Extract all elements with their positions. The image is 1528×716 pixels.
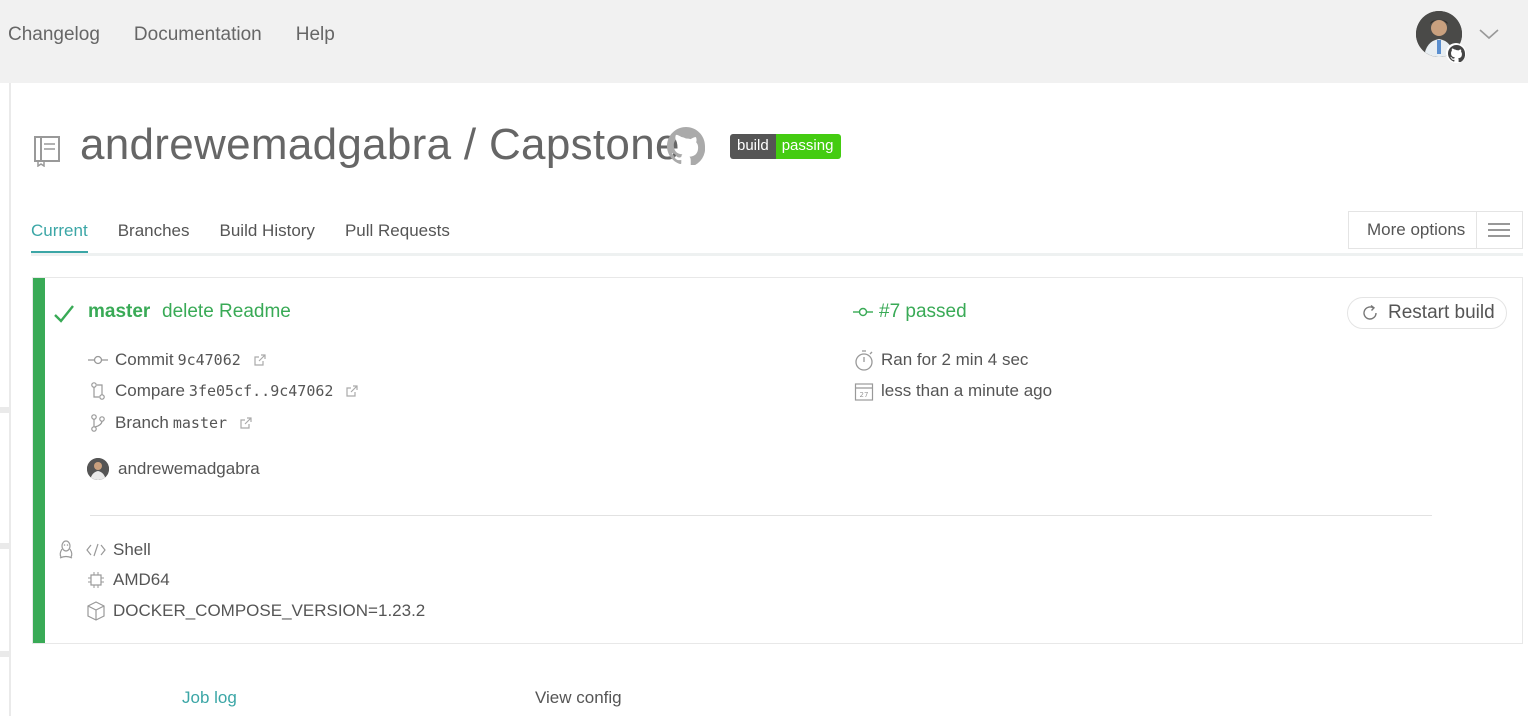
package-icon [85, 600, 107, 622]
tab-current[interactable]: Current [31, 221, 88, 253]
compare-icon [87, 380, 109, 402]
env-row: DOCKER_COMPOSE_VERSION=1.23.2 [85, 600, 425, 622]
branch-row: Branch master [87, 412, 252, 434]
nav-changelog-link[interactable]: Changelog [8, 24, 100, 46]
code-icon [85, 539, 107, 561]
finished-row: 27 less than a minute ago [853, 380, 1052, 402]
check-icon [53, 304, 75, 329]
more-options-button[interactable]: More options [1348, 211, 1523, 249]
external-link-icon[interactable] [253, 353, 266, 367]
branch-label: Branch [115, 413, 169, 432]
duration-row: Ran for 2 min 4 sec [853, 349, 1028, 371]
commit-message-link[interactable]: delete Readme [162, 301, 291, 323]
tab-build-history[interactable]: Build History [220, 221, 315, 253]
arch-row: AMD64 [85, 569, 170, 591]
top-bar: Changelog Documentation Help [0, 0, 1528, 83]
user-avatar-button[interactable] [1416, 11, 1466, 63]
build-status-badge[interactable]: build passing [730, 134, 842, 159]
build-number-link[interactable]: #7 passed [853, 301, 967, 323]
calendar-icon: 27 [853, 380, 875, 402]
language-text: Shell [113, 540, 151, 559]
view-config-tab[interactable]: View config [535, 688, 622, 708]
compare-range[interactable]: 3fe05cf..9c47062 [189, 382, 334, 400]
branch-icon [87, 412, 109, 434]
tab-branches[interactable]: Branches [118, 221, 190, 253]
nav-documentation-link[interactable]: Documentation [134, 24, 262, 46]
github-icon [1446, 43, 1466, 63]
branch-value[interactable]: master [173, 414, 227, 432]
env-text: DOCKER_COMPOSE_VERSION=1.23.2 [113, 601, 426, 620]
cpu-icon [85, 569, 107, 591]
repo-tabs: Current Branches Build History Pull Requ… [31, 221, 480, 253]
compare-label: Compare [115, 381, 185, 400]
badge-status: passing [775, 134, 842, 159]
tab-pull-requests[interactable]: Pull Requests [345, 221, 450, 253]
author-name: andrewemadgabra [118, 459, 260, 478]
tabs-divider [31, 253, 1523, 256]
status-bar [33, 278, 45, 643]
restart-icon [1363, 304, 1377, 320]
stopwatch-icon [853, 349, 875, 371]
external-link-icon[interactable] [345, 384, 359, 398]
chevron-down-icon[interactable] [1478, 27, 1500, 41]
compare-row: Compare 3fe05cf..9c47062 [87, 380, 359, 402]
job-log-tab[interactable]: Job log [182, 688, 237, 708]
svg-text:27: 27 [860, 391, 869, 399]
external-link-icon[interactable] [239, 416, 252, 430]
repo-title: andrewemadgabra / Capstone [80, 120, 680, 169]
arch-text: AMD64 [113, 570, 170, 589]
github-icon[interactable] [667, 127, 706, 170]
commit-row: Commit 9c47062 [87, 349, 266, 371]
top-nav: Changelog Documentation Help [8, 24, 335, 46]
duration-text: Ran for 2 min 4 sec [881, 350, 1029, 369]
linux-icon [55, 539, 77, 561]
build-card: master delete Readme Commit 9c47062 Comp… [32, 277, 1523, 644]
left-rail [0, 83, 11, 716]
more-options-label: More options [1367, 220, 1466, 239]
commit-hash[interactable]: 9c47062 [178, 351, 241, 369]
branch-name-link[interactable]: master [88, 301, 150, 323]
nav-help-link[interactable]: Help [296, 24, 335, 46]
restart-build-button[interactable]: Restart build [1347, 297, 1507, 329]
badge-label: build [730, 134, 776, 159]
os-language-row: Shell [55, 539, 151, 561]
hamburger-icon [1477, 221, 1522, 239]
commit-icon [87, 349, 109, 371]
card-divider [90, 515, 1432, 516]
author-row: andrewemadgabra [87, 458, 260, 480]
commit-label: Commit [115, 350, 174, 369]
finished-text: less than a minute ago [881, 381, 1053, 400]
build-number-status: #7 passed [879, 301, 967, 322]
avatar [87, 458, 109, 480]
restart-build-label: Restart build [1388, 302, 1495, 323]
repo-icon [33, 135, 61, 172]
